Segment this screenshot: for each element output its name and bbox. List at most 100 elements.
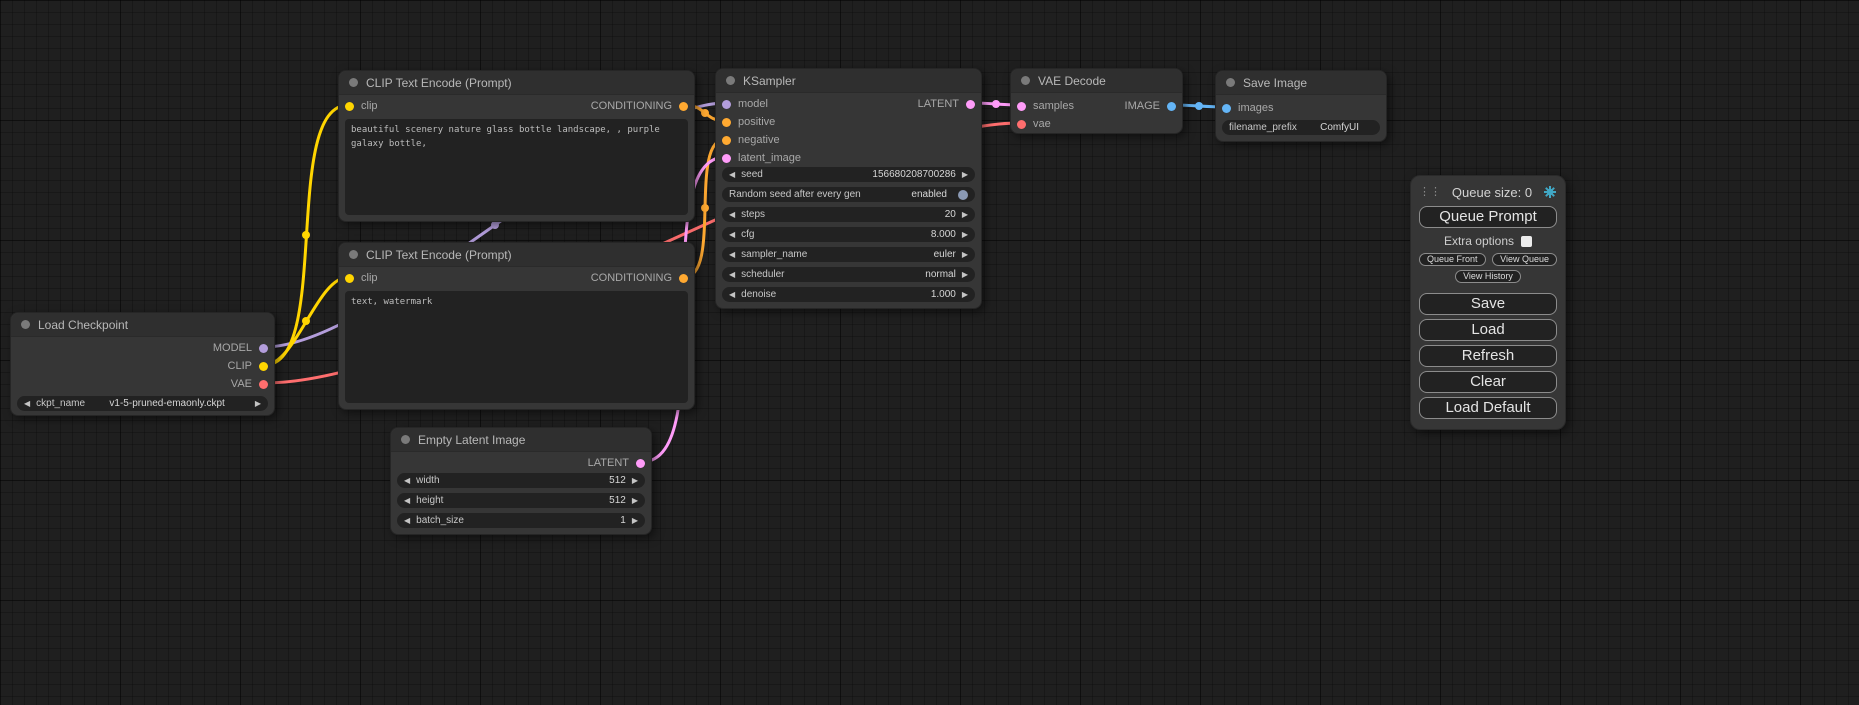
decrement-arrow-icon[interactable]: ◀ — [729, 211, 735, 219]
widget-value: euler — [934, 249, 956, 260]
output-dot-image[interactable] — [1167, 102, 1176, 111]
widget-height[interactable]: ◀ height 512 ▶ — [397, 493, 645, 508]
increment-arrow-icon[interactable]: ▶ — [255, 400, 261, 408]
collapse-dot-icon[interactable] — [349, 250, 358, 259]
node-load-checkpoint[interactable]: Load Checkpoint MODEL CLIP VAE ◀ ckpt_na… — [10, 312, 275, 416]
node-title-bar[interactable]: CLIP Text Encode (Prompt) — [339, 243, 694, 267]
widget-cfg[interactable]: ◀ cfg 8.000 ▶ — [722, 227, 975, 242]
input-dot-vae[interactable] — [1017, 120, 1026, 129]
node-canvas[interactable]: { "colors": { "model": "#B39DDB", "clip"… — [0, 0, 1859, 705]
settings-gear-icon[interactable] — [1543, 185, 1557, 199]
collapse-dot-icon[interactable] — [401, 435, 410, 444]
view-history-row: View History — [1419, 270, 1557, 283]
increment-arrow-icon[interactable]: ▶ — [962, 211, 968, 219]
widget-value: 20 — [945, 209, 956, 220]
widget-filename-prefix[interactable]: filename_prefix ComfyUI — [1222, 120, 1380, 135]
load-default-button[interactable]: Load Default — [1419, 397, 1557, 419]
drag-handle-icon[interactable]: ⋮⋮ — [1419, 187, 1441, 198]
widget-value: enabled — [911, 189, 947, 200]
increment-arrow-icon[interactable]: ▶ — [962, 231, 968, 239]
output-dot-conditioning[interactable] — [679, 274, 688, 283]
extra-options-checkbox[interactable] — [1521, 236, 1532, 247]
increment-arrow-icon[interactable]: ▶ — [962, 291, 968, 299]
widget-width[interactable]: ◀ width 512 ▶ — [397, 473, 645, 488]
decrement-arrow-icon[interactable]: ◀ — [404, 497, 410, 505]
increment-arrow-icon[interactable]: ▶ — [632, 497, 638, 505]
queue-prompt-button[interactable]: Queue Prompt — [1419, 206, 1557, 228]
output-dot-latent[interactable] — [636, 459, 645, 468]
node-title-bar[interactable]: KSampler — [716, 69, 981, 93]
collapse-dot-icon[interactable] — [349, 78, 358, 87]
output-dot-clip[interactable] — [259, 362, 268, 371]
widget-seed[interactable]: ◀ seed 156680208700286 ▶ — [722, 167, 975, 182]
node-save-image[interactable]: Save Image images filename_prefix ComfyU… — [1215, 70, 1387, 142]
increment-arrow-icon[interactable]: ▶ — [632, 517, 638, 525]
input-dot-clip[interactable] — [345, 102, 354, 111]
slot-row: model LATENT — [716, 95, 981, 113]
node-vae-decode[interactable]: VAE Decode samples IMAGE vae — [1010, 68, 1183, 134]
node-title: VAE Decode — [1038, 74, 1106, 88]
widget-random-seed-toggle[interactable]: Random seed after every gen enabled — [722, 187, 975, 202]
input-dot-images[interactable] — [1222, 104, 1231, 113]
widget-sampler-name[interactable]: ◀ sampler_name euler ▶ — [722, 247, 975, 262]
clear-button[interactable]: Clear — [1419, 371, 1557, 393]
widget-ckpt-name[interactable]: ◀ ckpt_name v1-5-pruned-emaonly.ckpt ▶ — [17, 396, 268, 411]
decrement-arrow-icon[interactable]: ◀ — [729, 271, 735, 279]
decrement-arrow-icon[interactable]: ◀ — [24, 400, 30, 408]
load-button[interactable]: Load — [1419, 319, 1557, 341]
increment-arrow-icon[interactable]: ▶ — [962, 171, 968, 179]
view-queue-button[interactable]: View Queue — [1492, 253, 1557, 266]
input-label-clip: clip — [361, 272, 378, 284]
input-dot-clip[interactable] — [345, 274, 354, 283]
widget-value: ComfyUI — [1320, 122, 1359, 133]
increment-arrow-icon[interactable]: ▶ — [962, 251, 968, 259]
decrement-arrow-icon[interactable]: ◀ — [729, 251, 735, 259]
decrement-arrow-icon[interactable]: ◀ — [729, 231, 735, 239]
node-clip-text-encode-negative[interactable]: CLIP Text Encode (Prompt) clip CONDITION… — [338, 242, 695, 410]
collapse-dot-icon[interactable] — [21, 320, 30, 329]
decrement-arrow-icon[interactable]: ◀ — [404, 517, 410, 525]
node-title-bar[interactable]: Empty Latent Image — [391, 428, 651, 452]
node-title-bar[interactable]: VAE Decode — [1011, 69, 1182, 93]
input-dot-negative[interactable] — [722, 136, 731, 145]
widget-scheduler[interactable]: ◀ scheduler normal ▶ — [722, 267, 975, 282]
decrement-arrow-icon[interactable]: ◀ — [729, 291, 735, 299]
save-button[interactable]: Save — [1419, 293, 1557, 315]
collapse-dot-icon[interactable] — [726, 76, 735, 85]
input-dot-samples[interactable] — [1017, 102, 1026, 111]
widget-steps[interactable]: ◀ steps 20 ▶ — [722, 207, 975, 222]
input-dot-latent-image[interactable] — [722, 154, 731, 163]
queue-small-buttons-row: Queue Front View Queue — [1419, 253, 1557, 266]
slot-row: clip CONDITIONING — [339, 97, 694, 115]
node-title-bar[interactable]: CLIP Text Encode (Prompt) — [339, 71, 694, 95]
decrement-arrow-icon[interactable]: ◀ — [729, 171, 735, 179]
extra-options-label: Extra options — [1444, 234, 1514, 248]
node-title-bar[interactable]: Save Image — [1216, 71, 1386, 95]
collapse-dot-icon[interactable] — [1226, 78, 1235, 87]
collapse-dot-icon[interactable] — [1021, 76, 1030, 85]
decrement-arrow-icon[interactable]: ◀ — [404, 477, 410, 485]
widget-value: 512 — [609, 495, 626, 506]
node-ksampler[interactable]: KSampler model LATENT positive negative … — [715, 68, 982, 309]
positive-prompt-textarea[interactable]: beautiful scenery nature glass bottle la… — [345, 119, 688, 215]
input-dot-model[interactable] — [722, 100, 731, 109]
refresh-button[interactable]: Refresh — [1419, 345, 1557, 367]
increment-arrow-icon[interactable]: ▶ — [962, 271, 968, 279]
view-history-button[interactable]: View History — [1455, 270, 1521, 283]
node-title-bar[interactable]: Load Checkpoint — [11, 313, 274, 337]
output-dot-latent[interactable] — [966, 100, 975, 109]
node-clip-text-encode-positive[interactable]: CLIP Text Encode (Prompt) clip CONDITION… — [338, 70, 695, 222]
output-dot-model[interactable] — [259, 344, 268, 353]
queue-front-button[interactable]: Queue Front — [1419, 253, 1486, 266]
output-label-latent: LATENT — [918, 98, 959, 110]
widget-denoise[interactable]: ◀ denoise 1.000 ▶ — [722, 287, 975, 302]
toggle-knob-icon[interactable] — [958, 190, 968, 200]
widget-label: seed — [741, 169, 763, 180]
widget-batch-size[interactable]: ◀ batch_size 1 ▶ — [397, 513, 645, 528]
negative-prompt-textarea[interactable]: text, watermark — [345, 291, 688, 403]
output-dot-conditioning[interactable] — [679, 102, 688, 111]
node-empty-latent-image[interactable]: Empty Latent Image LATENT ◀ width 512 ▶ … — [390, 427, 652, 535]
increment-arrow-icon[interactable]: ▶ — [632, 477, 638, 485]
input-dot-positive[interactable] — [722, 118, 731, 127]
output-dot-vae[interactable] — [259, 380, 268, 389]
